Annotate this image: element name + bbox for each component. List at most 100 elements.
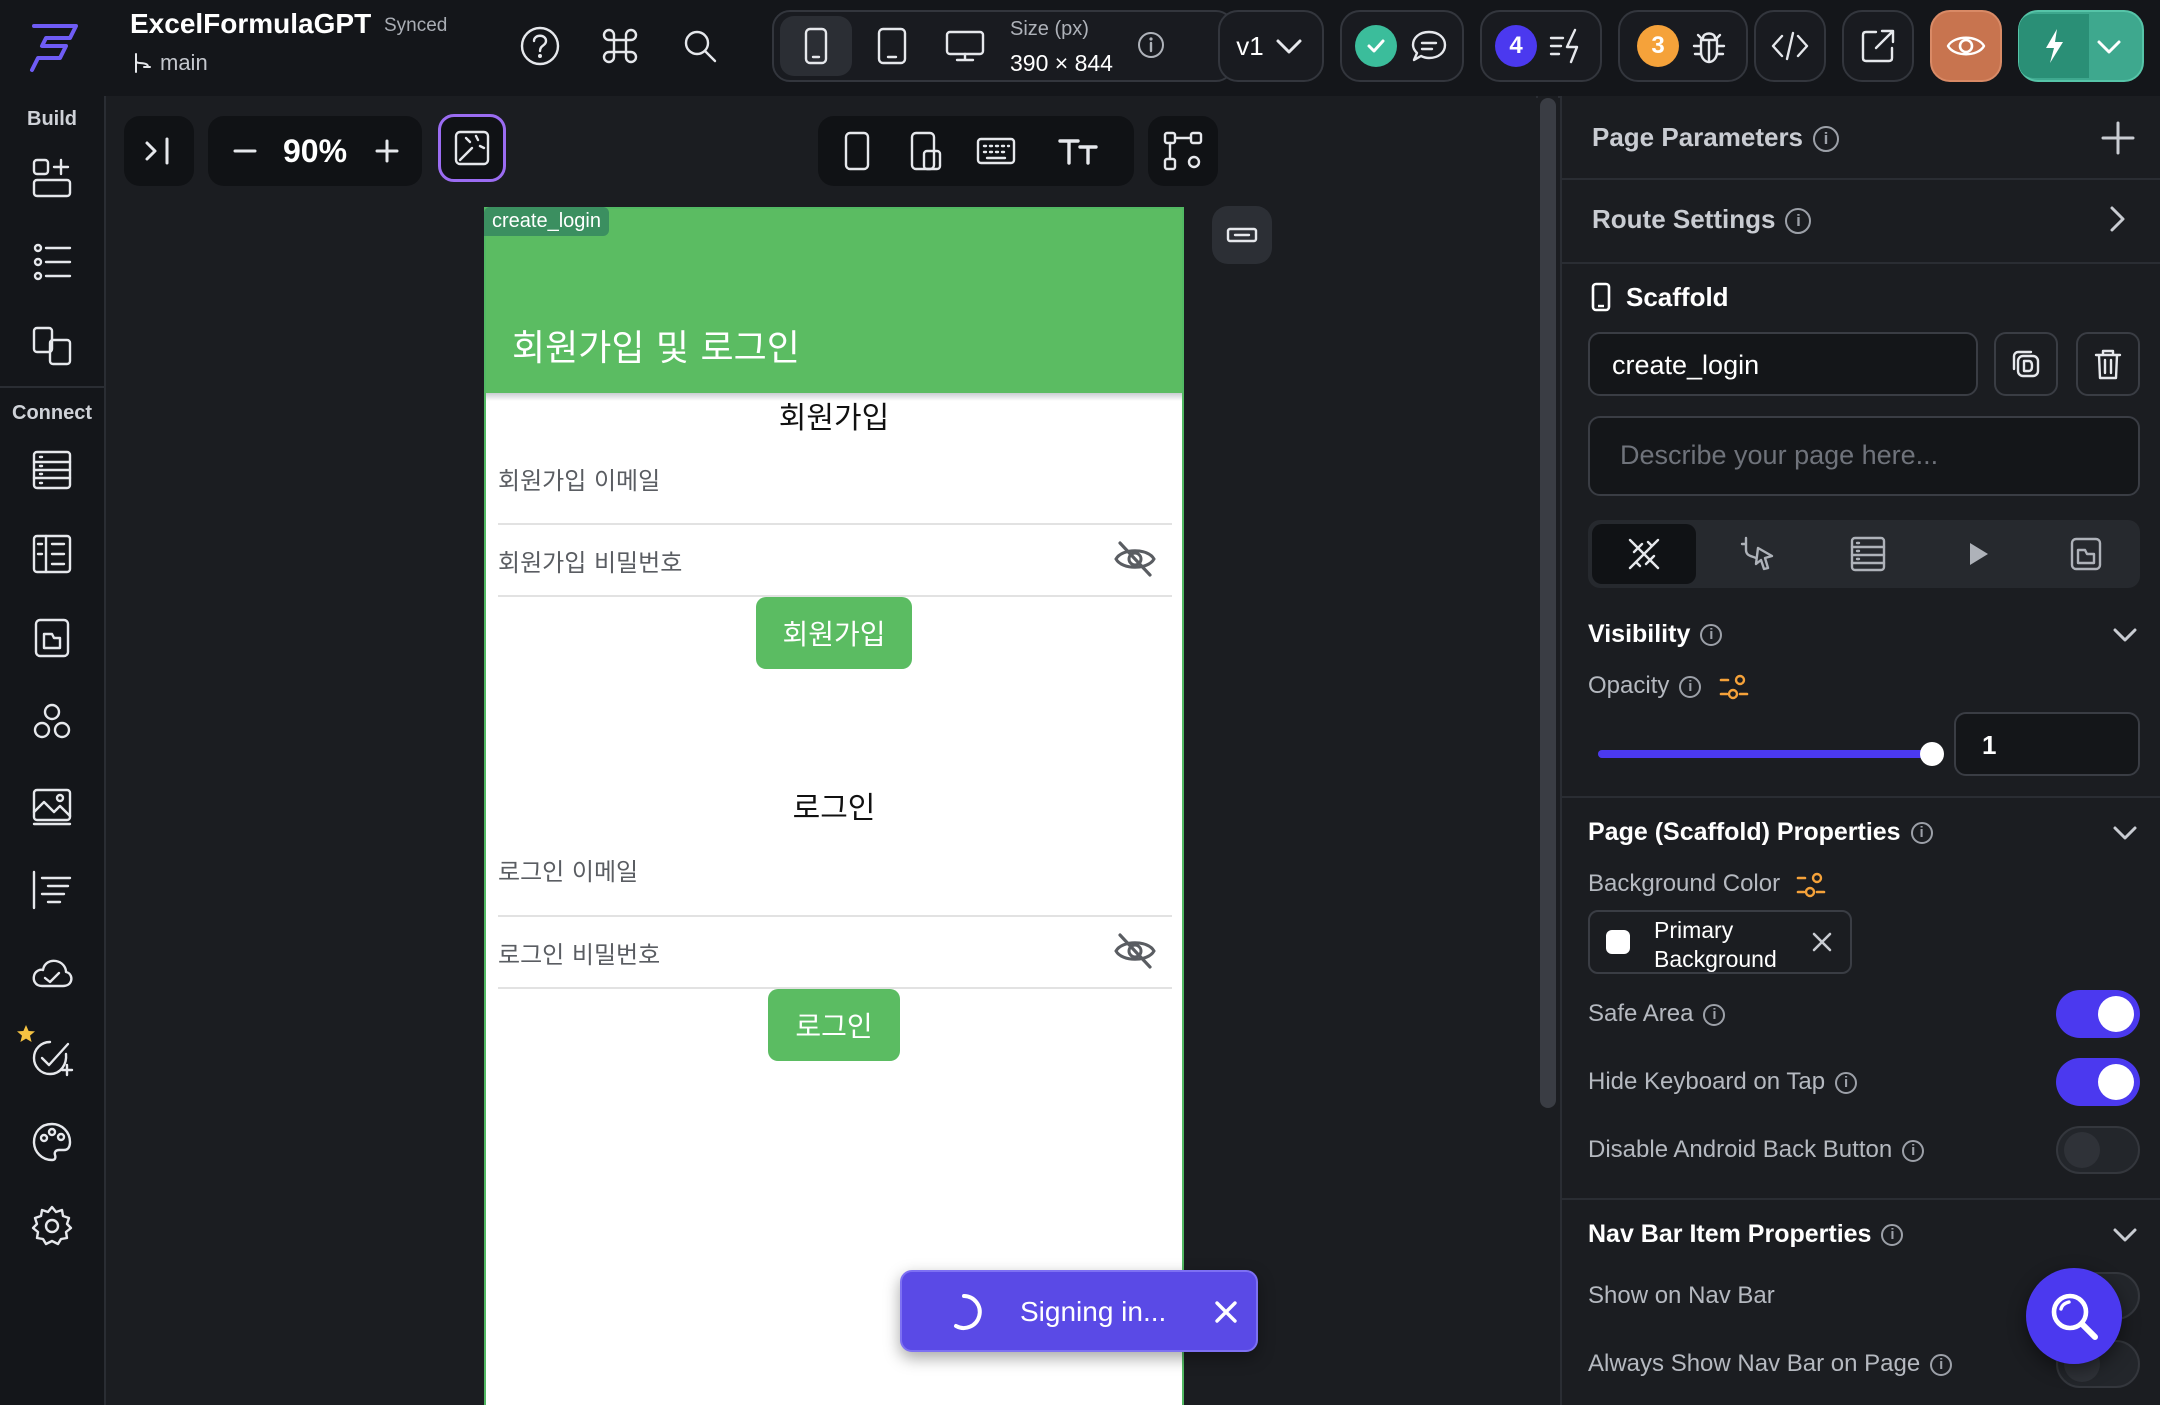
project-name: ExcelFormulaGPT	[130, 8, 372, 39]
command-icon[interactable]	[598, 24, 642, 68]
chevron-down-icon[interactable]	[2110, 1222, 2140, 1248]
signup-button[interactable]: 회원가입	[756, 597, 912, 669]
section-divider	[1562, 796, 2160, 798]
zoom-in-icon[interactable]	[372, 136, 402, 166]
variable-binding-icon[interactable]	[1795, 871, 1827, 899]
comment-icon	[1411, 30, 1447, 62]
clear-color-icon[interactable]	[1808, 928, 1836, 956]
text-scale-icon[interactable]	[1056, 129, 1100, 173]
theme-settings-icon[interactable]	[30, 1120, 74, 1164]
phone-icon	[804, 27, 828, 65]
slider-knob[interactable]	[1920, 742, 1944, 766]
safe-area-toggle[interactable]	[2056, 990, 2140, 1038]
info-icon[interactable]: i	[1881, 1224, 1904, 1247]
slider-fill	[1598, 750, 1932, 758]
page-parameters-row[interactable]: Page Parameters i	[1562, 96, 2160, 180]
bugs-button[interactable]: 3	[1618, 10, 1748, 82]
signup-password-field[interactable]: 회원가입 비밀번호	[498, 543, 682, 578]
duplicate-button[interactable]	[1994, 332, 2058, 396]
search-icon	[2051, 1293, 2098, 1340]
flutterflow-logo-icon[interactable]	[26, 16, 84, 76]
collapse-panel-button[interactable]	[124, 116, 194, 186]
route-settings-row[interactable]: Route Settings i	[1562, 180, 2160, 264]
page-tag[interactable]: create_login	[484, 207, 609, 236]
data-types-icon[interactable]	[30, 532, 74, 576]
left-nav-rail: Build Connect	[0, 96, 106, 1405]
canvas-scrollbar-thumb[interactable]	[1540, 98, 1556, 1108]
toast-text: Signing in...	[1020, 1296, 1167, 1327]
info-icon[interactable]: i	[1930, 1353, 1953, 1376]
add-widget-icon[interactable]	[30, 156, 74, 200]
phone-frame-icon[interactable]	[836, 129, 876, 173]
ai-gen-button[interactable]	[438, 114, 506, 182]
fit-frame-button[interactable]	[1212, 206, 1272, 264]
keyboard-icon[interactable]	[974, 129, 1018, 173]
tab-backend-query[interactable]	[1816, 524, 1920, 584]
hide-keyboard-toggle[interactable]	[2056, 1058, 2140, 1106]
collab-status[interactable]	[1340, 10, 1464, 82]
widget-tree-toggle[interactable]	[1148, 116, 1218, 186]
login-email-field[interactable]: 로그인 이메일	[498, 852, 638, 887]
device-rotate-icon[interactable]	[906, 129, 946, 173]
page-selector-icon[interactable]	[30, 324, 74, 368]
view-code-button[interactable]	[1754, 10, 1826, 82]
signup-email-field[interactable]: 회원가입 이메일	[498, 461, 660, 496]
delete-button[interactable]	[2076, 332, 2140, 396]
tab-state[interactable]	[2034, 524, 2138, 584]
close-icon[interactable]	[1212, 1298, 1240, 1326]
media-assets-icon[interactable]	[30, 784, 74, 828]
preview-button[interactable]	[1930, 10, 2002, 82]
components-icon[interactable]	[30, 700, 74, 744]
opacity-slider[interactable]	[1598, 740, 1944, 768]
info-icon[interactable]: i	[1700, 624, 1723, 647]
login-password-field[interactable]: 로그인 비밀번호	[498, 935, 660, 970]
run-dropdown-icon[interactable]	[2092, 32, 2126, 62]
size-info-icon[interactable]	[1136, 30, 1166, 60]
tablet-preview-button[interactable]	[860, 16, 924, 76]
eye-off-icon[interactable]	[1112, 539, 1158, 579]
tab-animations[interactable]	[1926, 524, 2030, 584]
widget-tree-icon[interactable]	[30, 240, 74, 284]
chevron-down-icon[interactable]	[2110, 820, 2140, 846]
page-description-input[interactable]: Describe your page here...	[1588, 416, 2140, 496]
size-label: Size (px)	[1010, 18, 1089, 40]
page-name-input[interactable]: create_login	[1588, 332, 1978, 396]
issues-button[interactable]: 4	[1480, 10, 1602, 82]
custom-code-icon[interactable]	[30, 868, 74, 912]
info-icon[interactable]: i	[1703, 1003, 1726, 1026]
database-icon[interactable]	[30, 448, 74, 492]
disable-back-toggle[interactable]	[2056, 1126, 2140, 1174]
info-icon[interactable]: i	[1785, 208, 1812, 235]
open-external-button[interactable]	[1842, 10, 1914, 82]
cloud-functions-icon[interactable]	[30, 952, 74, 996]
info-icon[interactable]: i	[1902, 1139, 1925, 1162]
info-icon[interactable]: i	[1910, 822, 1933, 845]
bg-color-name-line2: Background	[1654, 946, 1777, 972]
search-fab[interactable]	[2026, 1268, 2122, 1364]
desktop-preview-button[interactable]	[930, 16, 1000, 76]
tab-actions[interactable]	[1706, 524, 1810, 584]
settings-gear-icon[interactable]	[30, 1204, 74, 1248]
bg-color-picker[interactable]: Primary Background	[1588, 910, 1852, 974]
branch-selector[interactable]: main	[130, 50, 208, 76]
testing-icon[interactable]	[30, 1036, 74, 1080]
variable-binding-icon[interactable]	[1718, 673, 1750, 701]
info-icon[interactable]: i	[1813, 126, 1840, 153]
show-nav-label: Show on Nav Bar	[1588, 1282, 1775, 1309]
add-parameter-icon[interactable]	[2098, 118, 2138, 158]
toggle-knob	[2098, 1064, 2134, 1100]
eye-off-icon[interactable]	[1112, 931, 1158, 971]
opacity-input[interactable]: 1	[1954, 712, 2140, 776]
help-icon[interactable]	[518, 24, 562, 68]
tab-properties[interactable]	[1592, 524, 1696, 584]
chevron-down-icon[interactable]	[2110, 622, 2140, 648]
search-icon[interactable]	[678, 24, 722, 68]
phone-preview-button[interactable]	[780, 16, 852, 76]
info-icon[interactable]: i	[1835, 1071, 1858, 1094]
info-icon[interactable]: i	[1679, 675, 1702, 698]
app-state-icon[interactable]	[30, 616, 74, 660]
play-icon	[1970, 543, 1988, 565]
login-button[interactable]: 로그인	[768, 989, 900, 1061]
version-selector[interactable]: v1	[1218, 10, 1324, 82]
zoom-out-icon[interactable]	[230, 136, 260, 166]
